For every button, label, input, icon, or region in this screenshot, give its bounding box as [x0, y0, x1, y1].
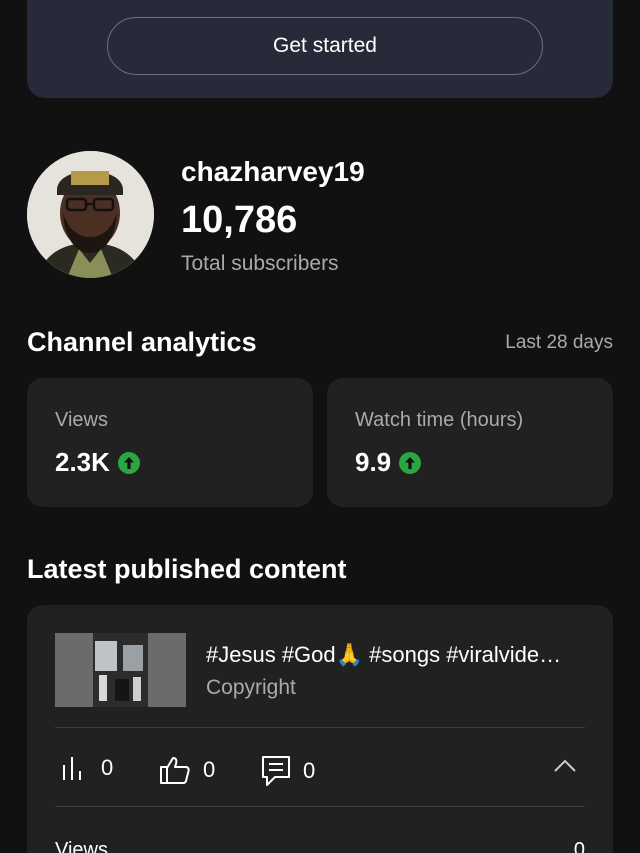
- views-count: 0: [101, 755, 114, 780]
- trend-up-icon: [399, 451, 422, 474]
- thumbs-up-icon: [160, 757, 190, 784]
- watch-time-value: 9.9: [355, 447, 392, 477]
- promo-card: Get started: [27, 0, 613, 98]
- views-value: 2.3K: [55, 447, 110, 477]
- views-card[interactable]: Views 2.3K: [27, 378, 313, 507]
- analytics-period: Last 28 days: [505, 332, 613, 353]
- latest-content-card: #Jesus #God🙏 #songs #viralvide… Copyrigh…: [27, 605, 613, 853]
- channel-name: chazharvey19: [181, 156, 365, 187]
- studio-dashboard: Get started chazharvey19 10,786 Total su…: [0, 0, 640, 853]
- views-value-row: 2.3K: [55, 447, 140, 478]
- views-label: Views: [55, 409, 108, 431]
- watch-time-label: Watch time (hours): [355, 409, 524, 431]
- video-title[interactable]: #Jesus #God🙏 #songs #viralvide…: [206, 642, 586, 668]
- likes-metric: 0: [159, 755, 215, 785]
- subscriber-count: 10,786: [181, 199, 298, 241]
- video-thumbnail[interactable]: [55, 633, 186, 707]
- likes-count: 0: [203, 757, 216, 782]
- latest-content-title: Latest published content: [27, 554, 347, 584]
- video-subtitle: Copyright: [206, 676, 296, 699]
- watch-time-value-row: 9.9: [355, 447, 422, 478]
- thumbnail-image: [55, 633, 186, 707]
- comments-metric: 0: [261, 755, 315, 787]
- detail-views-label: Views: [55, 839, 108, 853]
- divider: [55, 806, 585, 807]
- detail-views-value: 0: [573, 839, 585, 853]
- divider: [55, 727, 585, 728]
- channel-avatar[interactable]: [27, 151, 154, 278]
- trend-up-icon: [117, 451, 140, 474]
- bar-chart-icon: [63, 757, 81, 780]
- watch-time-card[interactable]: Watch time (hours) 9.9: [327, 378, 613, 507]
- avatar-image: [27, 151, 154, 278]
- chevron-up-icon[interactable]: [553, 759, 577, 773]
- analytics-title: Channel analytics: [27, 327, 257, 357]
- comment-icon: [262, 756, 290, 786]
- get-started-button[interactable]: Get started: [107, 17, 543, 75]
- views-metric: 0: [61, 755, 113, 781]
- subscriber-label: Total subscribers: [181, 252, 339, 275]
- comments-count: 0: [303, 758, 316, 783]
